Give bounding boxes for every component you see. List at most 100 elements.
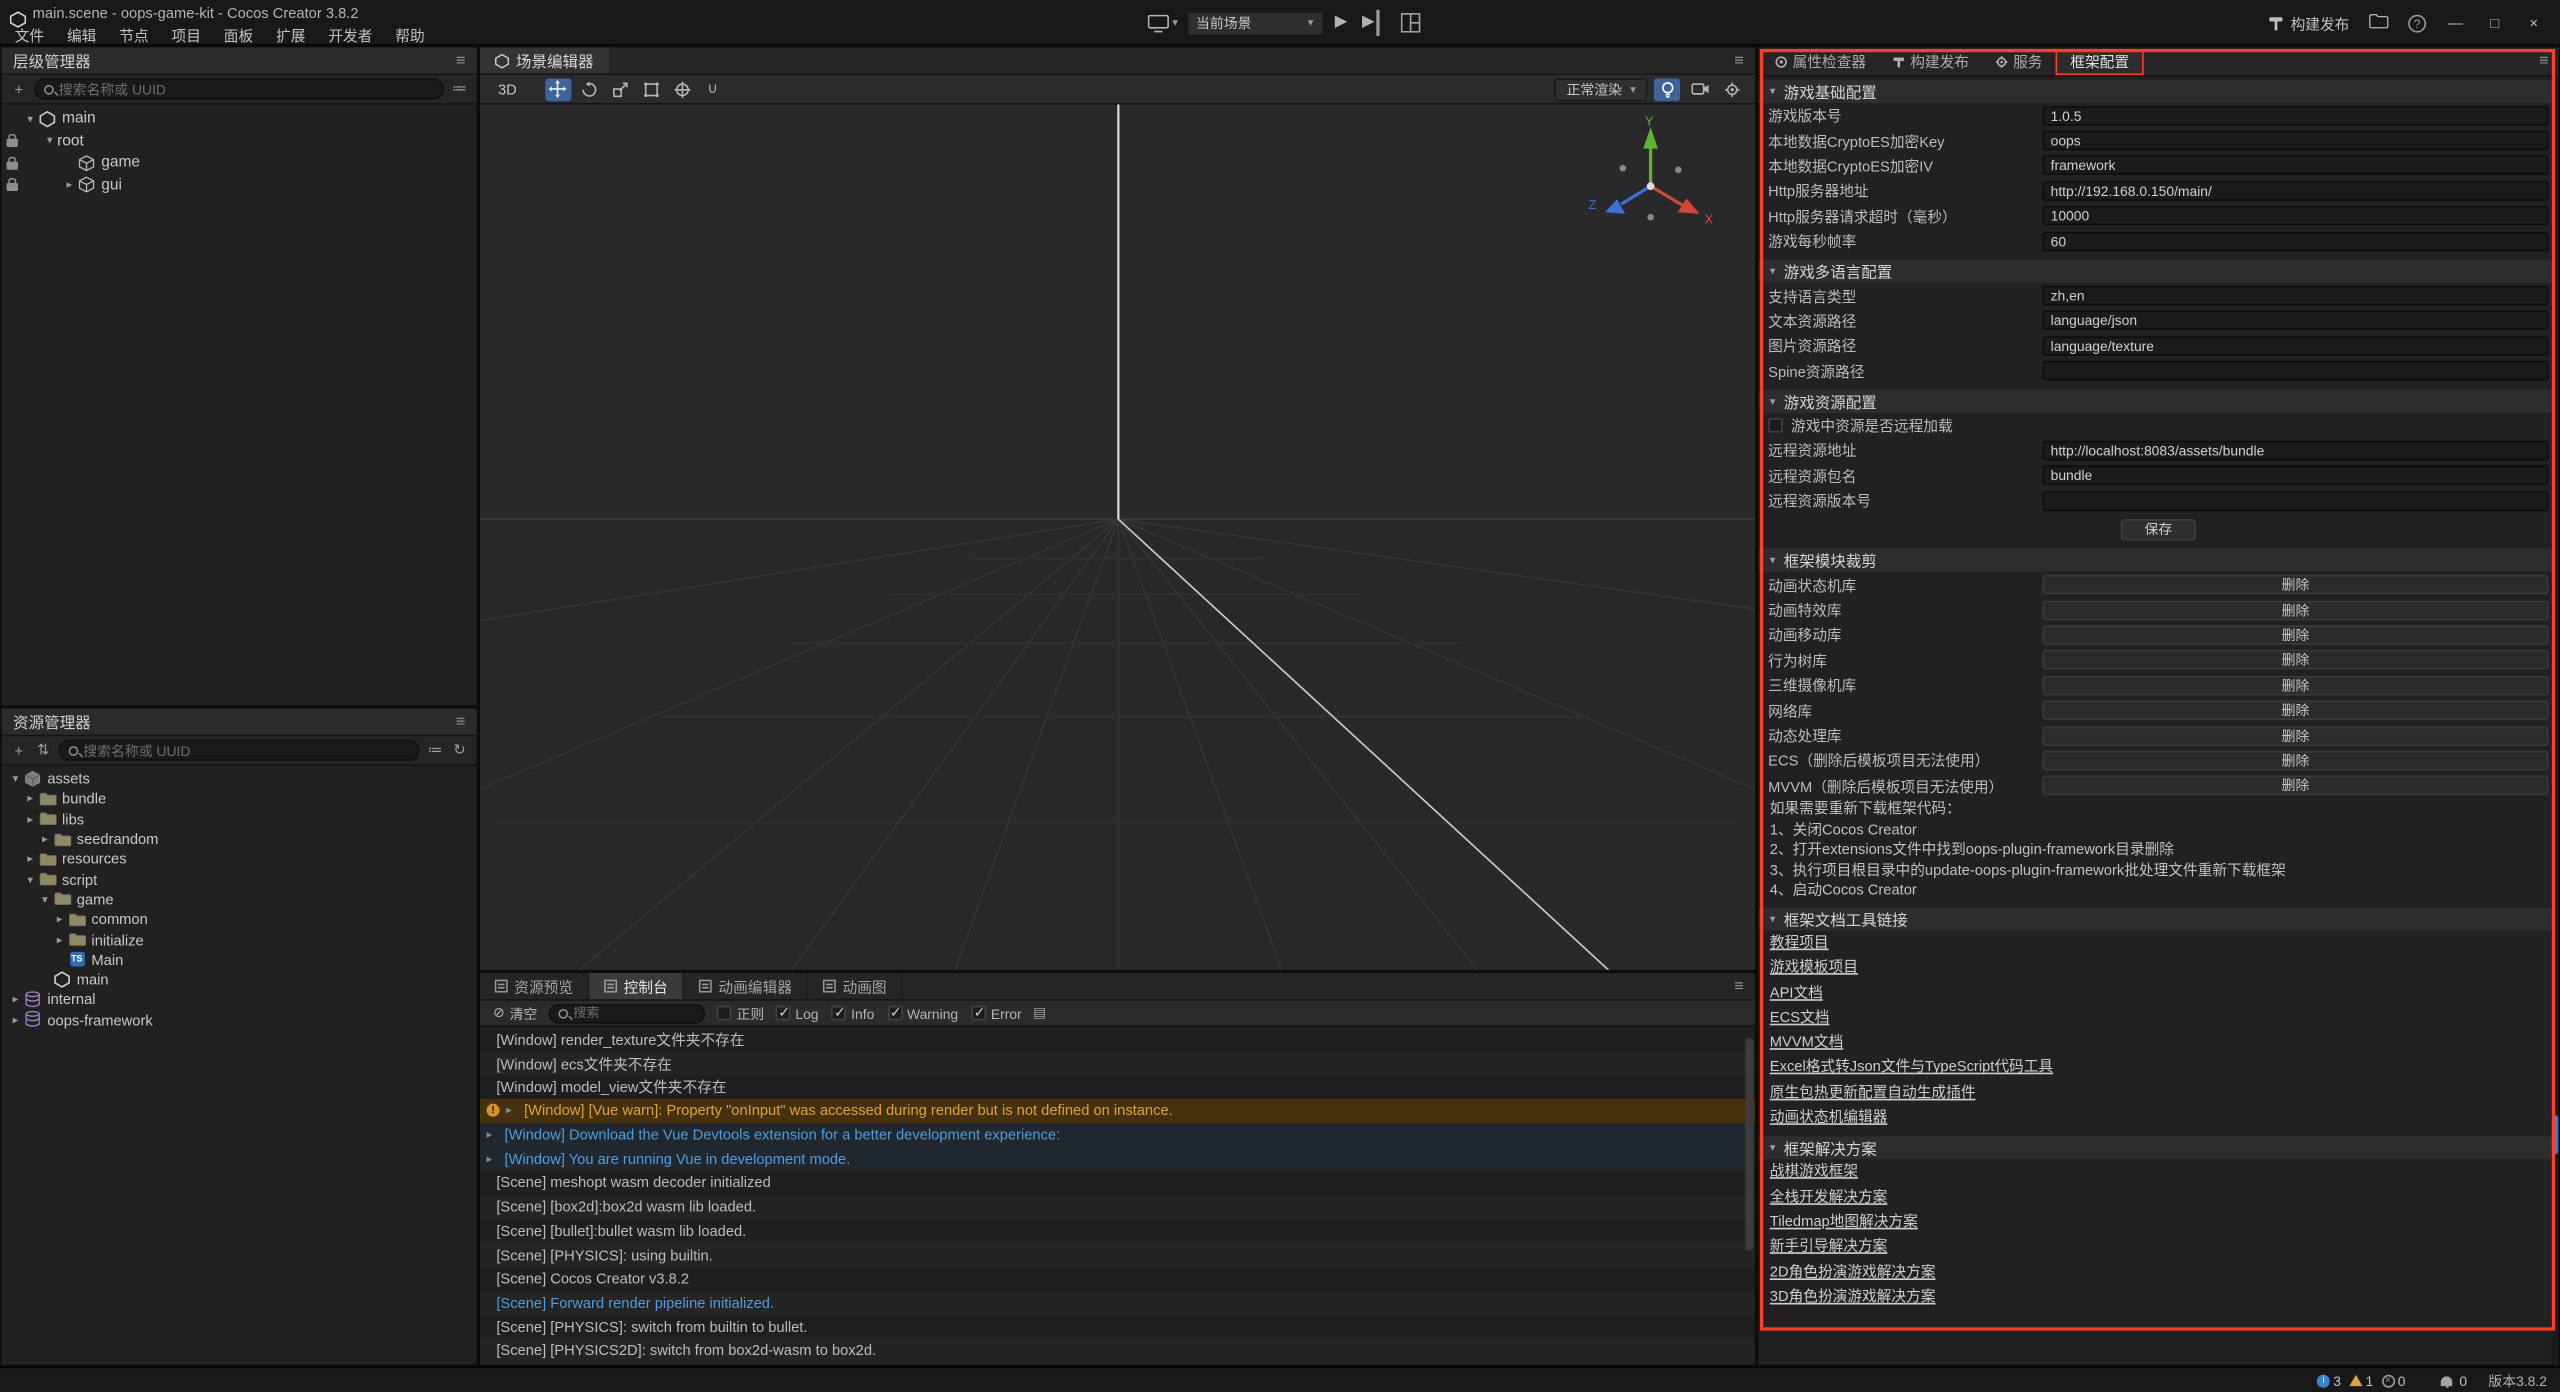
- doc-link[interactable]: Excel格式转Json文件与TypeScript代码工具: [1758, 1055, 2558, 1080]
- dimension-toggle-button[interactable]: 3D: [490, 79, 525, 99]
- notification-badge[interactable]: 0: [2438, 1372, 2467, 1388]
- tab-构建发布[interactable]: 构建发布: [1879, 47, 1982, 75]
- config-input[interactable]: [2042, 231, 2548, 251]
- doc-link[interactable]: 3D角色扮演游戏解决方案: [1758, 1285, 2558, 1310]
- preview-device-icon[interactable]: ▾: [1148, 14, 1178, 32]
- scale-tool-button[interactable]: [607, 78, 633, 101]
- log-row[interactable]: [Scene] meshopt wasm decoder initialized: [480, 1171, 1755, 1195]
- delete-button[interactable]: 删除: [2042, 600, 2548, 620]
- render-mode-select[interactable]: 正常渲染 ▾: [1555, 78, 1647, 101]
- scene-viewport[interactable]: Y X Z: [480, 104, 1755, 969]
- delete-button[interactable]: 删除: [2042, 650, 2548, 670]
- filter-warning[interactable]: Warning: [887, 1005, 958, 1021]
- rect-tool-button[interactable]: [638, 78, 664, 101]
- move-tool-button[interactable]: [545, 78, 571, 101]
- inspector-scroll-thumb[interactable]: [2552, 1115, 2559, 1154]
- hierarchy-node[interactable]: ▸gui: [2, 174, 477, 196]
- project-folder-icon[interactable]: [2369, 8, 2389, 37]
- expand-arrow[interactable]: ▸: [506, 1104, 517, 1117]
- doc-link[interactable]: Tiledmap地图解决方案: [1758, 1210, 2558, 1235]
- expand-arrow[interactable]: ▾: [23, 873, 38, 886]
- doc-link[interactable]: 新手引导解决方案: [1758, 1235, 2558, 1260]
- maximize-button[interactable]: □: [2485, 15, 2505, 31]
- doc-link[interactable]: 2D角色扮演游戏解决方案: [1758, 1260, 2558, 1285]
- add-asset-button[interactable]: +: [10, 742, 28, 758]
- delete-button[interactable]: 删除: [2042, 751, 2548, 771]
- expand-arrow[interactable]: ▾: [38, 893, 53, 906]
- merge-logs-icon[interactable]: ▤: [1033, 1004, 1046, 1022]
- expand-arrow[interactable]: ▾: [42, 134, 57, 147]
- tab-框架配置[interactable]: 框架配置: [2056, 48, 2144, 74]
- log-row[interactable]: ▸[Window] You are running Vue in develop…: [480, 1147, 1755, 1171]
- asset-node[interactable]: ▸libs: [2, 809, 477, 829]
- clear-console-button[interactable]: ⊘ 清空: [493, 1003, 537, 1023]
- config-input[interactable]: [2042, 206, 2548, 226]
- console-menu-icon[interactable]: ≡: [1734, 977, 1744, 995]
- section-header[interactable]: ▾框架模块裁剪: [1758, 549, 2558, 572]
- section-header[interactable]: ▾框架解决方案: [1758, 1137, 2558, 1160]
- console-search-input[interactable]: [573, 1006, 695, 1021]
- expand-arrow[interactable]: ▸: [52, 913, 67, 926]
- asset-node[interactable]: ▸bundle: [2, 789, 477, 809]
- expand-arrow[interactable]: ▸: [8, 993, 23, 1006]
- step-button[interactable]: ▶: [1359, 10, 1380, 36]
- minimize-button[interactable]: —: [2446, 15, 2466, 31]
- pivot-toggle-button[interactable]: ∪: [700, 78, 726, 101]
- inspector-menu-icon[interactable]: ≡: [2539, 52, 2549, 70]
- doc-link[interactable]: 教程项目: [1758, 931, 2558, 956]
- refresh-assets-icon[interactable]: ↻: [451, 741, 469, 759]
- hierarchy-menu-icon[interactable]: ≡: [456, 51, 466, 69]
- asset-node[interactable]: ▸seedrandom: [2, 829, 477, 849]
- menu-item-3[interactable]: 项目: [160, 23, 212, 47]
- inspector-scrollbar[interactable]: [2552, 77, 2559, 1365]
- asset-node[interactable]: ▸internal: [2, 990, 477, 1010]
- sort-assets-icon[interactable]: ⇅: [34, 741, 52, 759]
- log-row[interactable]: [Scene] Forward render pipeline initiali…: [480, 1291, 1755, 1315]
- play-button[interactable]: ▶: [1331, 10, 1350, 36]
- expand-arrow[interactable]: ▸: [487, 1128, 498, 1141]
- tab-控制台[interactable]: 控制台: [589, 973, 684, 999]
- config-input[interactable]: [2042, 491, 2548, 511]
- close-button[interactable]: ×: [2524, 15, 2544, 31]
- config-input[interactable]: [2042, 441, 2548, 461]
- transform-tool-button[interactable]: [669, 78, 695, 101]
- hierarchy-node[interactable]: game: [2, 152, 477, 174]
- console-scrollbar[interactable]: [1745, 1038, 1753, 1250]
- config-input[interactable]: [2042, 336, 2548, 356]
- scene-menu-icon[interactable]: ≡: [1734, 51, 1744, 69]
- expand-arrow[interactable]: ▸: [38, 833, 53, 846]
- log-row[interactable]: [Scene] [PHYSICS2D]: switch from box2d-w…: [480, 1339, 1755, 1363]
- asset-node[interactable]: TSMain: [2, 950, 477, 970]
- tab-资源预览[interactable]: 资源预览: [480, 973, 589, 999]
- tab-服务[interactable]: 服务: [1982, 47, 2055, 75]
- doc-link[interactable]: MVVM文档: [1758, 1030, 2558, 1055]
- menu-item-5[interactable]: 扩展: [265, 23, 317, 47]
- expand-arrow[interactable]: ▸: [23, 793, 38, 806]
- config-input[interactable]: [2042, 286, 2548, 306]
- expand-arrow[interactable]: ▸: [62, 178, 77, 191]
- tab-动画编辑器[interactable]: 动画编辑器: [684, 973, 808, 999]
- filter-error[interactable]: Error: [971, 1005, 1021, 1021]
- hierarchy-filter-icon[interactable]: ≔: [451, 80, 469, 98]
- delete-button[interactable]: 删除: [2042, 575, 2548, 595]
- error-count-badge[interactable]: × 0: [2381, 1372, 2405, 1388]
- log-count-badge[interactable]: i 3: [2317, 1372, 2341, 1388]
- tab-scene-editor[interactable]: 场景编辑器: [480, 47, 608, 73]
- expand-arrow[interactable]: ▾: [8, 772, 23, 785]
- expand-arrow[interactable]: ▸: [52, 933, 67, 946]
- log-row[interactable]: [Scene] [PHYSICS]: switch from builtin t…: [480, 1315, 1755, 1339]
- doc-link[interactable]: 战棋游戏框架: [1758, 1160, 2558, 1185]
- assets-menu-icon[interactable]: ≡: [456, 713, 466, 731]
- filter-checkbox[interactable]: [776, 1006, 791, 1021]
- delete-button[interactable]: 删除: [2042, 726, 2548, 746]
- menu-item-0[interactable]: 文件: [3, 23, 55, 47]
- hierarchy-node[interactable]: ▾main: [2, 108, 477, 130]
- config-input[interactable]: [2042, 181, 2548, 201]
- log-row[interactable]: [Window] render_texture文件夹不存在: [480, 1027, 1755, 1051]
- add-node-button[interactable]: +: [10, 81, 28, 97]
- delete-button[interactable]: 删除: [2042, 625, 2548, 645]
- tab-属性检查器[interactable]: 属性检查器: [1762, 47, 1880, 75]
- asset-node[interactable]: ▸common: [2, 910, 477, 930]
- console-log-area[interactable]: [Window] render_texture文件夹不存在[Window] ec…: [480, 1027, 1755, 1365]
- delete-button[interactable]: 删除: [2042, 776, 2548, 796]
